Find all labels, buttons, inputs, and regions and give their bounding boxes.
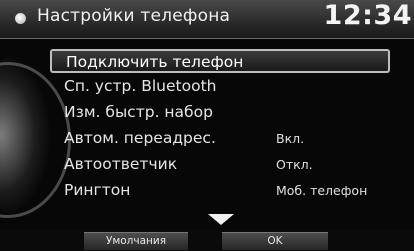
default-button[interactable]: Умолчания xyxy=(84,232,188,250)
menu-item-label: Сп. устр. Bluetooth xyxy=(64,77,217,95)
menu-item-ringtone[interactable]: Рингтон Моб. телефон xyxy=(50,179,390,203)
status-dot-icon xyxy=(15,13,26,24)
clock: 12:34 xyxy=(323,0,412,31)
menu-item-bluetooth-devices[interactable]: Сп. устр. Bluetooth xyxy=(50,75,390,99)
scroll-down-arrow-icon[interactable] xyxy=(208,214,234,225)
menu-item-label: Подключить телефон xyxy=(66,53,244,71)
menu-item-label: Автоответчик xyxy=(64,155,178,173)
footer-bar: Умолчания OK xyxy=(0,230,414,251)
menu-item-speed-dial[interactable]: Изм. быстр. набор xyxy=(50,101,390,125)
page-title: Настройки телефона xyxy=(37,6,231,26)
menu-item-value: Моб. телефон xyxy=(276,183,368,198)
ok-button[interactable]: OK xyxy=(222,232,328,250)
menu-item-label: Изм. быстр. набор xyxy=(64,103,213,121)
menu-item-label: Автом. переадрес. xyxy=(64,129,216,147)
menu-item-connect-phone[interactable]: Подключить телефон xyxy=(50,49,390,73)
menu-item-auto-transfer[interactable]: Автом. переадрес. Вкл. xyxy=(50,127,390,151)
menu-item-value: Откл. xyxy=(276,157,313,172)
menu-item-auto-answer[interactable]: Автоответчик Откл. xyxy=(50,153,390,177)
menu-item-label: Рингтон xyxy=(64,181,131,199)
phone-settings-screen: Настройки телефона 12:34 Подключить теле… xyxy=(0,0,414,251)
menu-item-value: Вкл. xyxy=(276,131,305,146)
header-bar: Настройки телефона 12:34 xyxy=(0,0,414,39)
